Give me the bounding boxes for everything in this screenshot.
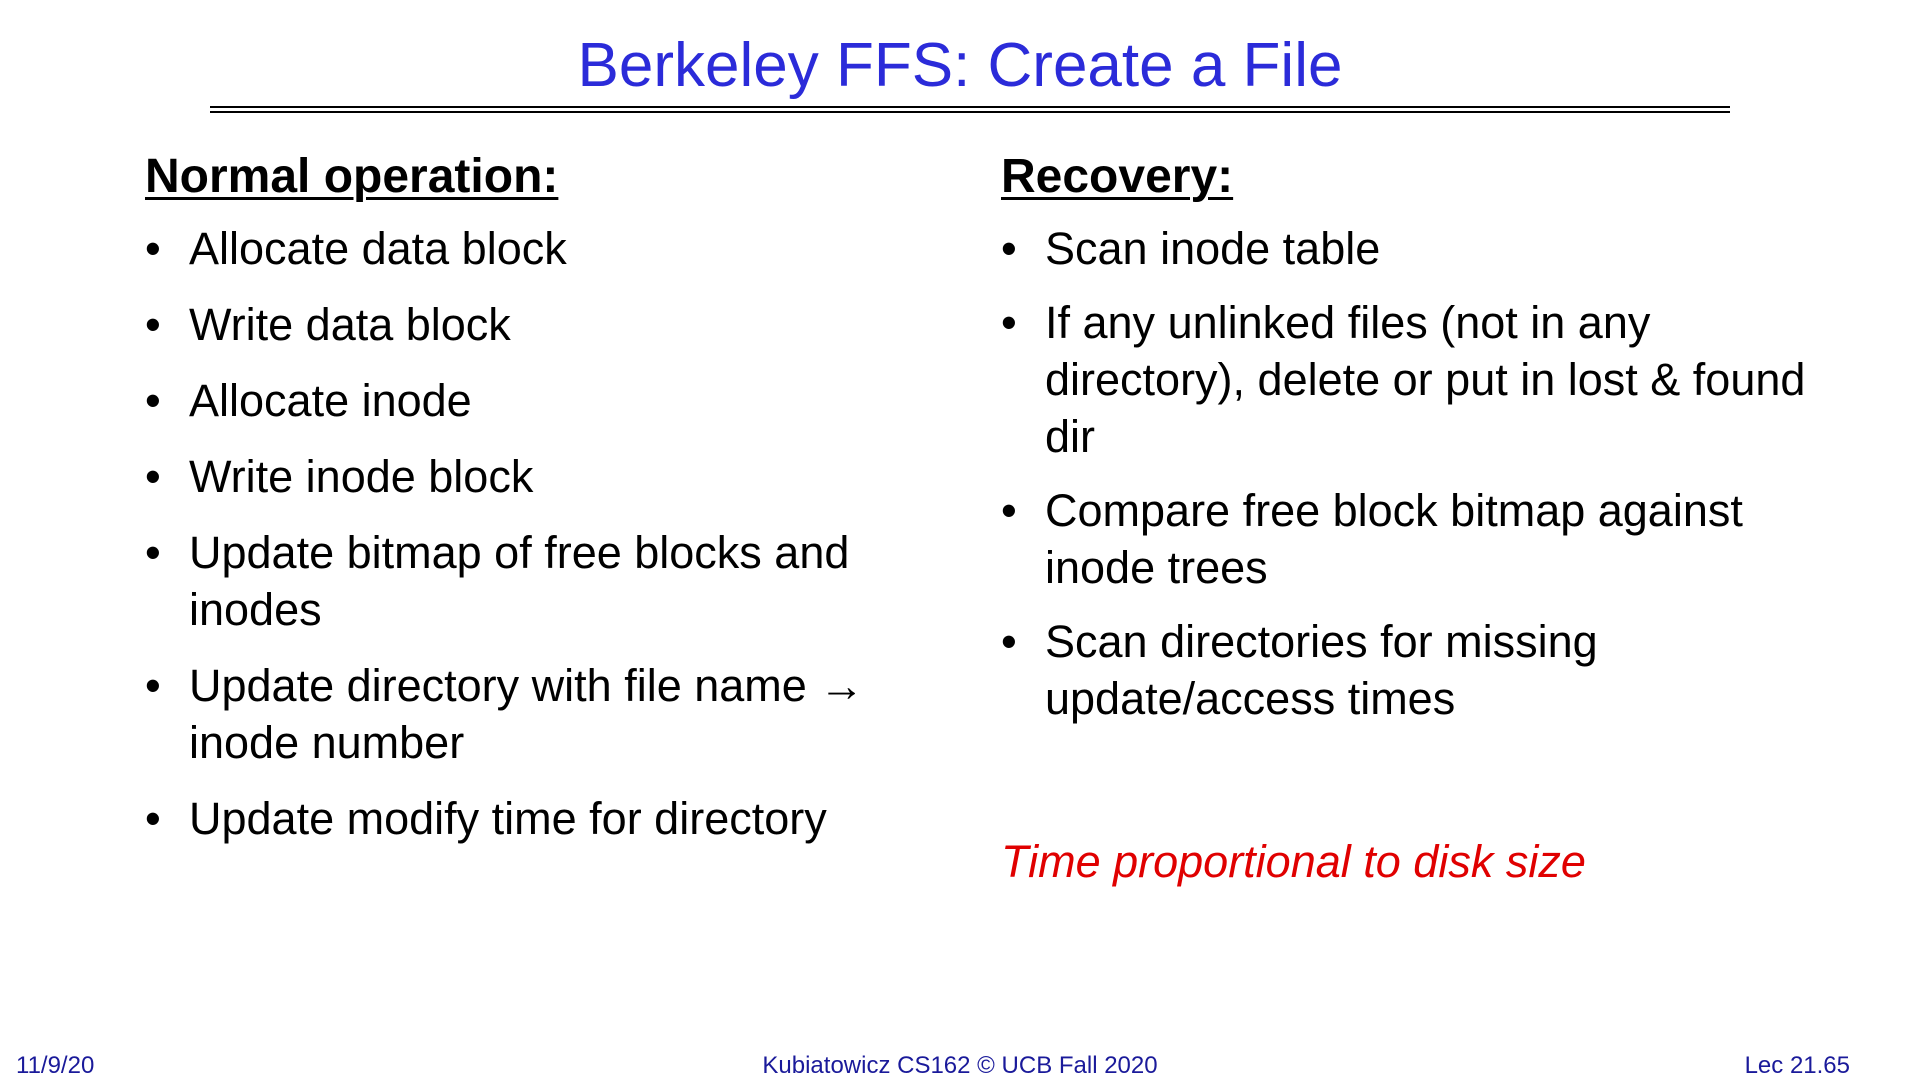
list-item: Scan inode table bbox=[1001, 220, 1821, 277]
list-item: Allocate data block bbox=[145, 220, 965, 277]
list-item: If any unlinked files (not in any direct… bbox=[1001, 294, 1821, 465]
list-item: Update modify time for directory bbox=[145, 790, 965, 847]
list-item: Write data block bbox=[145, 296, 965, 353]
footer-course: Kubiatowicz CS162 © UCB Fall 2020 bbox=[762, 1052, 1158, 1079]
title-divider-lower bbox=[210, 111, 1730, 113]
list-item: Update directory with file name → inode … bbox=[145, 657, 965, 771]
normal-operation-column: Normal operation: Allocate data block Wr… bbox=[145, 148, 965, 866]
list-item: Allocate inode bbox=[145, 372, 965, 429]
normal-operation-heading: Normal operation: bbox=[145, 150, 559, 203]
footer-lecture-number: Lec 21.65 bbox=[1744, 1052, 1850, 1079]
list-item: Compare free block bitmap against inode … bbox=[1001, 482, 1821, 596]
recovery-cost-note: Time proportional to disk size bbox=[1001, 836, 1586, 887]
title-divider bbox=[210, 106, 1730, 108]
list-item: Write inode block bbox=[145, 448, 965, 505]
recovery-list: Scan inode table If any unlinked files (… bbox=[1001, 220, 1821, 727]
normal-operation-list: Allocate data block Write data block All… bbox=[145, 220, 965, 847]
list-item: Update bitmap of free blocks and inodes bbox=[145, 524, 965, 638]
recovery-column: Recovery: Scan inode table If any unlink… bbox=[1001, 148, 1821, 744]
slide-title: Berkeley FFS: Create a File bbox=[577, 31, 1343, 100]
list-item: Scan directories for missing update/acce… bbox=[1001, 613, 1821, 727]
recovery-heading: Recovery: bbox=[1001, 150, 1234, 203]
